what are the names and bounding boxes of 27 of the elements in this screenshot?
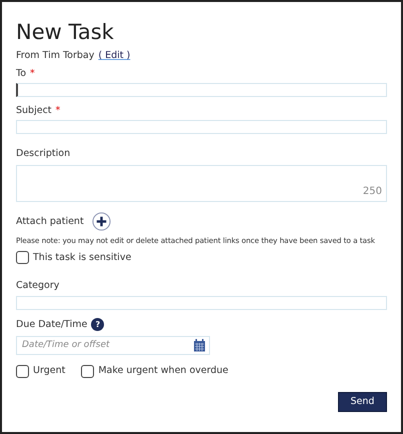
page-title: New Task bbox=[16, 20, 115, 46]
checkbox[interactable] bbox=[81, 364, 94, 378]
field-label: Subject bbox=[16, 104, 52, 116]
required-marker: * bbox=[56, 104, 60, 116]
field-label: Category bbox=[16, 280, 60, 292]
text-field[interactable] bbox=[16, 296, 387, 310]
checkbox[interactable] bbox=[16, 251, 29, 264]
description-field[interactable]: 250 bbox=[16, 164, 387, 202]
field-label: Description bbox=[16, 148, 70, 160]
date-field[interactable]: Date/Time or offset bbox=[16, 336, 210, 356]
checkbox[interactable] bbox=[16, 364, 29, 378]
checkbox-label: Make urgent when overdue bbox=[98, 364, 228, 378]
text-field[interactable] bbox=[16, 82, 387, 97]
character-counter: 250 bbox=[362, 184, 382, 199]
text-field[interactable] bbox=[16, 120, 387, 134]
edit-link[interactable]: ( Edit ) bbox=[98, 50, 130, 62]
required-marker: * bbox=[30, 68, 35, 79]
add-icon[interactable] bbox=[92, 212, 111, 231]
checkbox-label: This task is sensitive bbox=[33, 250, 132, 265]
send-button[interactable]: Send bbox=[338, 392, 387, 412]
calendar-icon[interactable] bbox=[193, 339, 206, 352]
field-label: Due Date/Time bbox=[16, 318, 88, 330]
checkbox-label: Urgent bbox=[33, 364, 66, 378]
field-label: Attach patient bbox=[16, 216, 84, 227]
field-label: To bbox=[16, 68, 26, 79]
sender-text: From Tim Torbay bbox=[16, 50, 94, 62]
help-icon[interactable]: ? bbox=[91, 318, 104, 332]
